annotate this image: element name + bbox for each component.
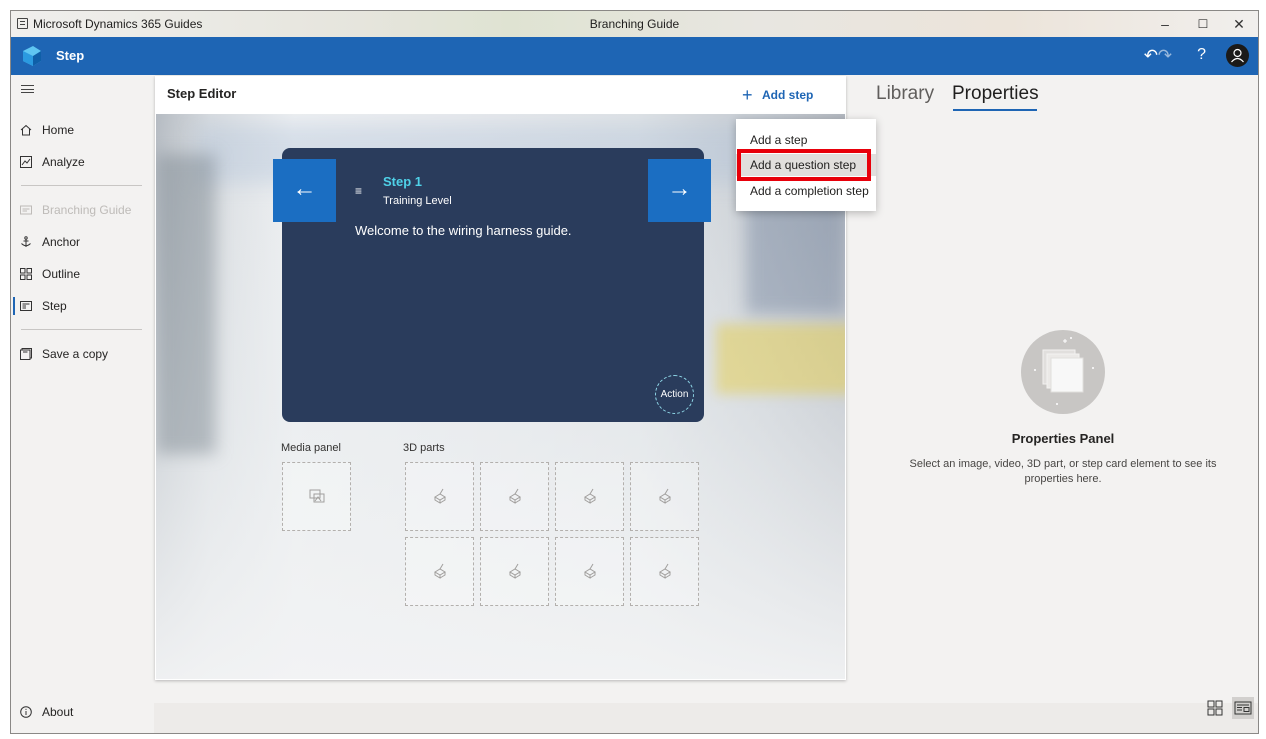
- sidebar-item-label: Outline: [42, 267, 81, 281]
- sidebar-item-anchor[interactable]: Anchor: [11, 231, 154, 253]
- save-icon: [20, 348, 32, 360]
- editor-title: Step Editor: [167, 86, 237, 101]
- info-icon: [20, 706, 32, 718]
- step-level: Training Level: [383, 195, 452, 207]
- sidebar-item-save-a-copy[interactable]: Save a copy: [11, 343, 154, 365]
- active-tab-indicator: [953, 109, 1037, 111]
- anchor-icon: [21, 236, 31, 247]
- help-icon[interactable]: ?: [1197, 46, 1206, 64]
- action-button[interactable]: Action: [655, 375, 694, 414]
- hamburger-menu-icon[interactable]: [21, 85, 34, 93]
- menu-item-add-step[interactable]: Add a step: [736, 129, 876, 151]
- branching-guide-icon: [20, 205, 32, 215]
- 3d-part-slot[interactable]: [630, 537, 699, 606]
- highlight-box: [737, 149, 871, 181]
- add-step-label: Add step: [762, 88, 814, 102]
- 3d-part-icon: [434, 488, 446, 504]
- sidebar: Home Analyze Branching Guide Anchor Outl…: [11, 75, 154, 733]
- home-icon: [20, 124, 32, 136]
- close-button[interactable]: ✕: [1221, 11, 1257, 37]
- sidebar-item-branching-guide: Branching Guide: [11, 199, 154, 221]
- sidebar-item-home[interactable]: Home: [11, 119, 154, 141]
- media-panel-label: Media panel: [281, 442, 341, 454]
- next-step-button[interactable]: →: [648, 159, 711, 222]
- stacked-pages-icon: [1034, 337, 1094, 405]
- title-bar: Microsoft Dynamics 365 Guides Branching …: [11, 11, 1258, 37]
- outline-icon: [20, 268, 32, 280]
- plus-icon: +: [742, 85, 753, 105]
- properties-panel-title: Properties Panel: [1011, 431, 1115, 446]
- step-card[interactable]: ≡ Step 1 Training Level Welcome to the w…: [282, 148, 704, 422]
- 3d-part-slot[interactable]: [405, 462, 474, 531]
- 3d-part-icon: [659, 488, 671, 504]
- sidebar-item-analyze[interactable]: Analyze: [11, 151, 154, 173]
- menu-item-add-completion-step[interactable]: Add a completion step: [736, 180, 876, 202]
- undo-icon[interactable]: ↶: [1144, 46, 1158, 66]
- person-icon: [1231, 48, 1244, 63]
- tab-properties[interactable]: Properties: [952, 83, 1039, 105]
- sidebar-item-outline[interactable]: Outline: [11, 263, 154, 285]
- app-header: Step ↶ ↷ ?: [11, 37, 1258, 75]
- step-icon: [20, 301, 32, 311]
- 3d-part-icon: [584, 488, 596, 504]
- add-step-button[interactable]: + Add step: [742, 85, 814, 105]
- media-slot[interactable]: [282, 462, 351, 531]
- 3d-parts-label: 3D parts: [403, 442, 445, 454]
- document-title: Branching Guide: [589, 17, 680, 31]
- sidebar-item-label: Step: [42, 299, 67, 313]
- 3d-part-slot[interactable]: [630, 462, 699, 531]
- sidebar-item-label: Branching Guide: [42, 203, 132, 217]
- mode-title: Step: [56, 48, 85, 63]
- 3d-part-slot[interactable]: [555, 537, 624, 606]
- account-avatar[interactable]: [1226, 44, 1249, 67]
- redo-icon[interactable]: ↷: [1158, 46, 1172, 66]
- minimize-button[interactable]: –: [1147, 11, 1183, 37]
- properties-panel-description: Select an image, video, 3D part, or step…: [909, 458, 1217, 485]
- sidebar-item-label: Home: [42, 123, 75, 137]
- 3d-part-icon: [509, 563, 521, 579]
- sidebar-item-about[interactable]: About: [11, 701, 154, 723]
- 3d-part-slot[interactable]: [480, 537, 549, 606]
- 3d-part-icon: [659, 563, 671, 579]
- list-icon: ≡: [355, 184, 363, 198]
- previous-step-button[interactable]: ←: [273, 159, 336, 222]
- 3d-part-icon: [584, 563, 596, 579]
- tab-library[interactable]: Library: [876, 83, 934, 105]
- 3d-part-slot[interactable]: [555, 462, 624, 531]
- sidebar-divider: [21, 185, 142, 186]
- sidebar-item-label: About: [42, 705, 74, 719]
- sidebar-item-label: Save a copy: [42, 347, 109, 361]
- grid-view-icon[interactable]: [1204, 697, 1226, 719]
- 3d-part-icon: [509, 488, 521, 504]
- sidebar-divider: [21, 329, 142, 330]
- step-number: Step 1: [383, 174, 423, 189]
- image-icon: [309, 489, 325, 503]
- sidebar-item-label: Analyze: [42, 155, 85, 169]
- guides-logo-icon: [23, 46, 41, 66]
- 3d-part-icon: [434, 563, 446, 579]
- step-view-icon[interactable]: [1232, 697, 1254, 719]
- sidebar-item-step[interactable]: Step: [11, 295, 154, 317]
- analyze-icon: [20, 156, 32, 168]
- 3d-part-slot[interactable]: [480, 462, 549, 531]
- step-body-text[interactable]: Welcome to the wiring harness guide.: [355, 223, 572, 238]
- properties-placeholder-icon: [1021, 330, 1105, 414]
- maximize-button[interactable]: ☐: [1185, 11, 1221, 37]
- 3d-part-slot[interactable]: [405, 537, 474, 606]
- sidebar-item-label: Anchor: [42, 235, 81, 249]
- bottom-bar: [154, 703, 1258, 733]
